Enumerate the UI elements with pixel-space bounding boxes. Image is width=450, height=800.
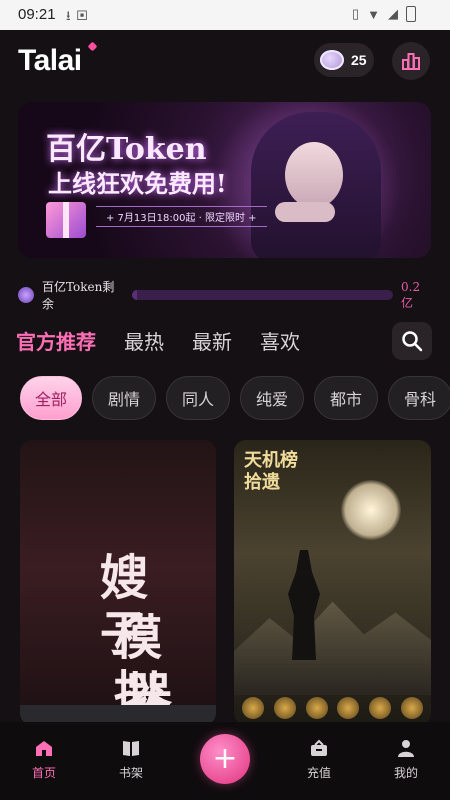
nav-bookshelf[interactable]: 书架 — [101, 738, 161, 781]
story-card[interactable]: 天机榜 拾遗 — [234, 440, 431, 725]
banner-subtitle: 上线狂欢免费用! — [48, 169, 227, 198]
ranking-icon — [402, 53, 420, 70]
search-button[interactable] — [392, 322, 432, 360]
story-card[interactable]: 嫂子 模拟 器 — [20, 440, 216, 725]
create-button[interactable]: + — [200, 734, 250, 784]
nav-bookshelf-label: 书架 — [118, 766, 143, 780]
user-icon — [398, 740, 414, 757]
chip-plot[interactable]: 剧情 — [92, 376, 156, 420]
token-value: 0.2亿 — [401, 279, 421, 310]
status-time: 09:21 — [18, 6, 56, 23]
gift-icon — [46, 202, 86, 238]
plus-icon: + — [212, 741, 238, 776]
banner-title: 百亿Token — [46, 132, 207, 167]
chip-all[interactable]: 全部 — [20, 376, 82, 420]
keyboard-icon: ▣ — [76, 8, 94, 23]
coin-count: 25 — [351, 52, 367, 68]
promo-banner[interactable]: 百亿Token 上线狂欢免费用! + 7月13日18:00起 · 限定限时 + — [18, 102, 431, 258]
token-remaining-row: 百亿Token剩余 0.2亿 — [18, 280, 432, 311]
chip-pure-love[interactable]: 纯爱 — [240, 376, 304, 420]
download-icon: ⭳ — [66, 8, 77, 23]
bottom-nav: 首页 书架 + 充值 我的 — [0, 722, 450, 800]
token-progress-fill — [132, 290, 138, 300]
nav-recharge[interactable]: 充值 — [289, 738, 349, 781]
notification-icons: ⭳▣ — [66, 7, 93, 29]
search-icon — [402, 331, 423, 352]
app-logo: Talai — [18, 44, 82, 77]
token-label: 百亿Token剩余 — [41, 280, 115, 311]
tab-favorites[interactable]: 喜欢 — [260, 326, 300, 360]
logo-spark-icon — [87, 41, 98, 52]
moon-illustration — [341, 480, 401, 540]
tab-hot[interactable]: 最热 — [124, 326, 164, 360]
wallet-icon — [311, 739, 327, 756]
book-icon — [123, 741, 139, 756]
token-progress-bar — [132, 290, 394, 300]
coin-balance-button[interactable]: 25 — [314, 43, 374, 77]
nav-me[interactable]: 我的 — [376, 738, 436, 781]
system-icons: ▯ ▼ ◢ — [352, 6, 416, 22]
phone-icon: ▯ — [351, 6, 360, 21]
home-icon — [36, 741, 52, 756]
nav-home-label: 首页 — [31, 766, 56, 780]
story-card-title: 天机榜 拾遗 — [244, 450, 298, 493]
ranking-button[interactable] — [392, 42, 430, 80]
banner-date: + 7月13日18:00起 · 限定限时 + — [96, 206, 267, 227]
genre-filter-chips: 全部 剧情 同人 纯爱 都市 骨科 — [20, 376, 450, 422]
chip-fanfic[interactable]: 同人 — [166, 376, 230, 420]
coin-icon — [320, 50, 344, 70]
nav-me-label: 我的 — [393, 766, 418, 780]
mountain-illustration — [234, 601, 431, 695]
status-bar: 09:21 ⭳▣ ▯ ▼ ◢ — [0, 0, 450, 30]
tab-new[interactable]: 最新 — [192, 326, 232, 360]
token-icon — [18, 287, 34, 303]
wifi-icon: ▼ — [367, 6, 380, 22]
app-header: Talai 25 — [0, 30, 450, 94]
battery-icon — [406, 6, 416, 22]
nav-home[interactable]: 首页 — [14, 738, 74, 781]
card-icon-row — [242, 697, 423, 719]
tab-official[interactable]: 官方推荐 — [16, 326, 96, 360]
signal-icon: ◢ — [388, 6, 398, 21]
nav-recharge-label: 充值 — [306, 766, 331, 780]
chip-sibling[interactable]: 骨科 — [388, 376, 450, 420]
chip-urban[interactable]: 都市 — [314, 376, 378, 420]
category-tabs: 官方推荐 最热 最新 喜欢 — [16, 326, 300, 360]
